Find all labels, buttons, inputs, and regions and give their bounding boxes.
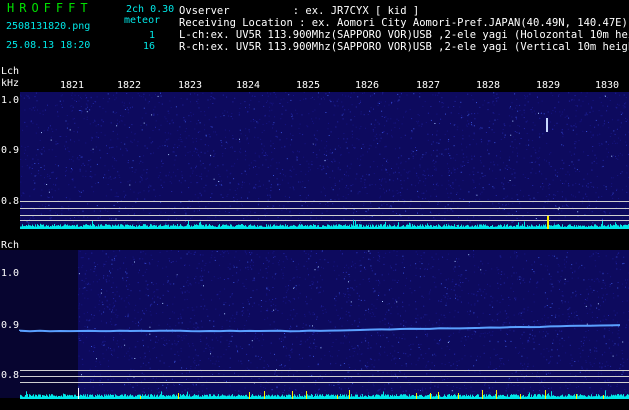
rch-meteor-peak	[349, 390, 350, 399]
rch-meteor-peak	[545, 390, 546, 399]
meteor-echo	[546, 118, 548, 132]
rch-reference-line	[20, 370, 629, 371]
rch-meteor-peak	[496, 390, 497, 399]
lch-reference-line	[20, 220, 629, 221]
lch-freq-tick: 0.8	[1, 196, 20, 207]
rch-meteor-peak	[306, 391, 307, 399]
rch-meteor-peak	[603, 395, 604, 399]
rch-meteor-peak	[576, 394, 577, 399]
rch-reference-line	[20, 382, 629, 383]
rch-freq-tick: 0.9	[1, 320, 20, 331]
rch-meteor-peak	[430, 393, 431, 399]
rch-meteor-peak	[264, 391, 265, 399]
rch-reference-line	[20, 376, 629, 377]
lch-freq-tick: 1.0	[1, 95, 20, 106]
lch-reference-line	[20, 208, 629, 209]
rch-meteor-peak	[140, 396, 141, 399]
lch-freq-tick: 0.9	[1, 145, 20, 156]
lch-reference-line	[20, 215, 629, 216]
rch-meteor-peak	[249, 392, 250, 399]
rch-freq-tick: 1.0	[1, 268, 20, 279]
rch-freq-tick: 0.8	[1, 370, 20, 381]
rch-meteor-peak	[438, 392, 439, 399]
rch-meteor-peak	[292, 391, 293, 399]
rch-meteor-peak	[416, 393, 417, 399]
rch-meteor-peak	[482, 390, 483, 399]
lch-meteor-peak	[547, 216, 549, 229]
lch-reference-line	[20, 201, 629, 202]
rch-peak-marker	[78, 388, 79, 399]
rch-meteor-peak	[178, 393, 179, 399]
rch-meteor-peak	[337, 395, 338, 399]
rch-meteor-peak	[520, 394, 521, 399]
spectrogram-display	[0, 92, 629, 399]
rch-meteor-peak	[458, 393, 459, 399]
